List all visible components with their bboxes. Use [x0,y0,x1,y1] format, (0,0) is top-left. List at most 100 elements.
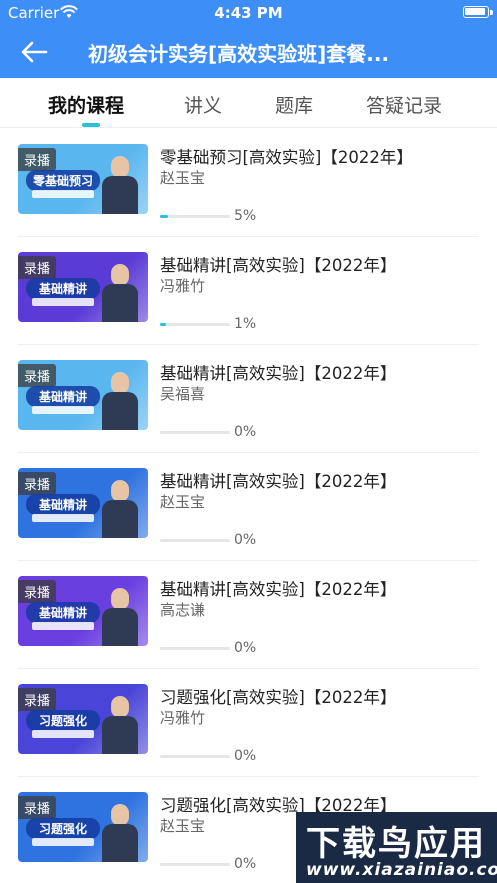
nav-bar: 初级会计实务[高效实验班]套餐... [0,26,497,78]
teacher-photo-head [111,156,129,178]
watermark-url: www.xiazainiao.com [306,860,497,880]
teacher-photo-head [111,264,129,286]
progress-bar [160,539,230,542]
course-title[interactable]: 基础精讲[高效实验]【2022年】 [160,360,396,384]
course-item[interactable]: 录播 基础精讲 基础精讲[高效实验]【2022年】 吴福喜 0% [18,345,479,453]
recorded-badge: 录播 [18,148,57,171]
teacher-photo [102,156,138,214]
teacher-photo-body [102,716,138,754]
course-teacher: 赵玉宝 [160,169,206,187]
course-thumbnail[interactable]: 录播 基础精讲 [18,468,148,538]
progress-fill [160,323,166,326]
course-item[interactable]: 录播 习题强化 习题强化[高效实验]【2022年】 冯雅竹 0% [18,669,479,777]
recorded-badge: 录播 [18,472,57,495]
progress-bar [160,431,230,434]
course-teacher: 冯雅竹 [160,709,206,727]
course-item[interactable]: 录播 基础精讲 基础精讲[高效实验]【2022年】 赵玉宝 0% [18,453,479,561]
course-teacher: 赵玉宝 [160,817,206,835]
battery-icon [463,6,489,18]
tab-handouts[interactable]: 讲义 [184,91,222,118]
course-teacher: 吴福喜 [160,385,206,403]
progress-percent: 0% [234,856,257,872]
teacher-photo [102,480,138,538]
teacher-photo [102,696,138,754]
progress-percent: 0% [234,748,257,764]
thumbnail-caption: 基础精讲 [26,602,100,623]
thumbnail-caption: 习题强化 [26,818,100,839]
teacher-photo [102,588,138,646]
recorded-badge: 录播 [18,364,57,387]
progress-bar [160,215,230,218]
thumbnail-subtitle-bar [32,622,94,630]
teacher-photo-head [111,588,129,610]
teacher-photo-head [111,804,129,826]
teacher-photo-head [111,480,129,502]
battery-tip [490,10,493,15]
thumbnail-subtitle-bar [32,514,94,522]
tab-my-courses[interactable]: 我的课程 [48,91,124,118]
thumbnail-caption: 基础精讲 [26,494,100,515]
course-teacher: 冯雅竹 [160,277,206,295]
progress-percent: 0% [234,532,257,548]
course-title[interactable]: 基础精讲[高效实验]【2022年】 [160,252,396,276]
active-tab-indicator [82,123,100,127]
course-thumbnail[interactable]: 录播 基础精讲 [18,360,148,430]
recorded-badge: 录播 [18,688,57,711]
clock: 4:43 PM [214,4,283,22]
progress-bar [160,647,230,650]
teacher-photo [102,804,138,862]
thumbnail-subtitle-bar [32,298,94,306]
thumbnail-subtitle-bar [32,406,94,414]
course-teacher: 高志谦 [160,601,206,619]
course-title[interactable]: 基础精讲[高效实验]【2022年】 [160,576,396,600]
teacher-photo-body [102,392,138,430]
progress-bar [160,863,230,866]
tab-question-bank[interactable]: 题库 [275,91,313,118]
thumbnail-caption: 基础精讲 [26,386,100,407]
thumbnail-caption: 零基础预习 [26,170,100,191]
thumbnail-subtitle-bar [32,190,94,198]
recorded-badge: 录播 [18,796,57,819]
teacher-photo-body [102,500,138,538]
thumbnail-subtitle-bar [32,838,94,846]
status-bar: Carrier 4:43 PM [0,0,497,26]
tab-qa-records[interactable]: 答疑记录 [366,91,442,118]
teacher-photo-body [102,284,138,322]
course-title[interactable]: 习题强化[高效实验]【2022年】 [160,684,396,708]
progress-percent: 0% [234,424,257,440]
thumbnail-caption: 习题强化 [26,710,100,731]
course-thumbnail[interactable]: 录播 习题强化 [18,684,148,754]
course-item[interactable]: 录播 零基础预习 零基础预习[高效实验]【2022年】 赵玉宝 5% [18,129,479,237]
site-watermark: 下载鸟应用 www.xiazainiao.com [296,812,497,883]
teacher-photo-body [102,608,138,646]
teacher-photo-head [111,372,129,394]
teacher-photo-body [102,176,138,214]
teacher-photo-head [111,696,129,718]
page-title: 初级会计实务[高效实验班]套餐... [88,42,390,66]
thumbnail-subtitle-bar [32,730,94,738]
course-list: 录播 零基础预习 零基础预习[高效实验]【2022年】 赵玉宝 5% 录播 基础精讲 基础精讲… [0,129,497,883]
teacher-photo-body [102,824,138,862]
progress-percent: 0% [234,640,257,656]
back-button[interactable] [18,38,50,66]
course-title[interactable]: 基础精讲[高效实验]【2022年】 [160,468,396,492]
watermark-logo: 下载鸟应用 [306,824,486,864]
course-thumbnail[interactable]: 录播 基础精讲 [18,252,148,322]
course-item[interactable]: 录播 基础精讲 基础精讲[高效实验]【2022年】 冯雅竹 1% [18,237,479,345]
teacher-photo [102,372,138,430]
progress-percent: 5% [234,208,257,224]
course-thumbnail[interactable]: 录播 零基础预习 [18,144,148,214]
progress-bar [160,755,230,758]
recorded-badge: 录播 [18,256,57,279]
progress-percent: 1% [234,316,257,332]
recorded-badge: 录播 [18,580,57,603]
teacher-photo [102,264,138,322]
tab-bar: 我的课程 讲义 题库 答疑记录 [0,78,497,128]
thumbnail-caption: 基础精讲 [26,278,100,299]
course-thumbnail[interactable]: 录播 习题强化 [18,792,148,862]
course-teacher: 赵玉宝 [160,493,206,511]
course-title[interactable]: 零基础预习[高效实验]【2022年】 [160,144,413,168]
progress-bar [160,323,230,326]
course-thumbnail[interactable]: 录播 基础精讲 [18,576,148,646]
course-item[interactable]: 录播 基础精讲 基础精讲[高效实验]【2022年】 高志谦 0% [18,561,479,669]
